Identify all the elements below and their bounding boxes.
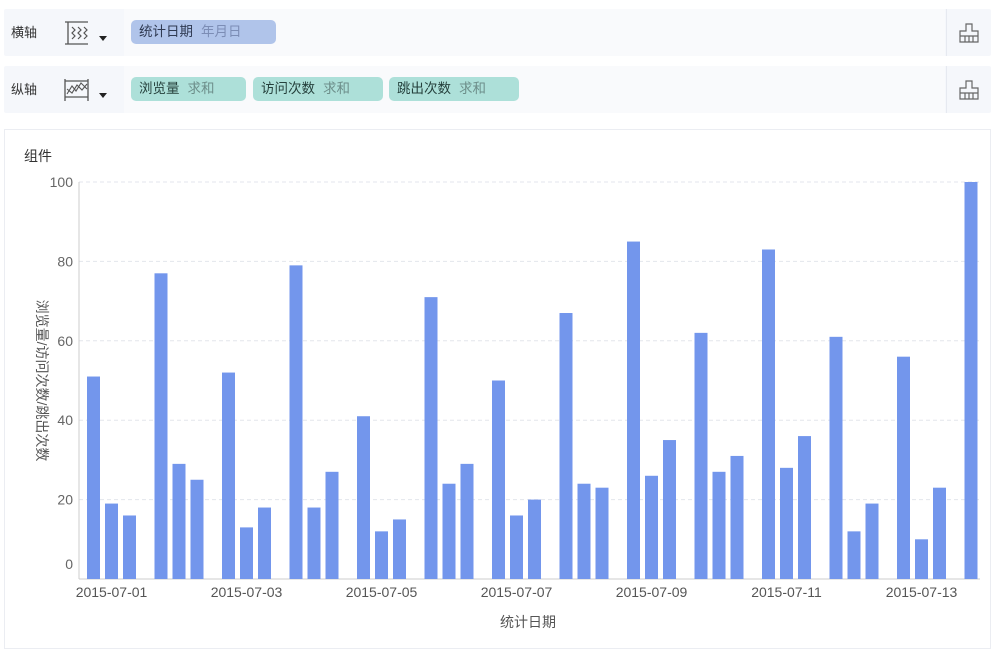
y-tick-label: 80 [57,253,73,269]
y-tick-label: 40 [57,412,73,428]
x-tick-label: 2015-07-11 [751,584,822,600]
bar [933,487,946,579]
bar [712,471,726,579]
bar [730,455,744,579]
x-tick-label: 2015-07-07 [481,584,553,600]
bar [492,380,505,579]
x-tick-label: 2015-07-05 [346,584,418,600]
x-axis-chart-type-button[interactable] [62,19,108,47]
bar [460,463,474,579]
field-pill-bounces[interactable]: 跳出次数 求和 [389,77,519,101]
y-axis-fields: 浏览量 求和 访问次数 求和 跳出次数 求和 [124,66,945,113]
bar [798,436,811,579]
bar [442,483,456,579]
bar [190,479,204,579]
x-tick-label: 2015-07-03 [211,584,283,600]
bar [222,372,235,579]
bar [154,273,168,579]
bar-chart: 0 20 40 60 80 100 2015-07-01 2015-07-03 2015-07-… [34,174,980,630]
bar [258,507,271,579]
bar [627,241,640,580]
bar [325,471,339,579]
y-axis-row: 纵轴 浏览量 求和 访问次数 求和 跳出次数 求和 [4,66,991,113]
y-tick-label: 100 [50,174,74,190]
bar [123,515,136,579]
x-axis-row: 横轴 统计日期 年月日 [4,9,991,56]
bar [375,531,388,579]
y-axis-title: 浏览量/访问次数/跳出次数 [34,300,50,462]
bar [357,416,370,579]
field-name: 跳出次数 [397,81,451,96]
divider [946,66,947,113]
field-pill-visits[interactable]: 访问次数 求和 [253,77,383,101]
bar [694,332,708,579]
bar [645,475,658,579]
bar [510,515,523,579]
y-axis-row-label: 纵轴 [11,82,38,97]
chart-component: 组件 0 20 40 60 80 100 2015-07-01 2015-07-03 2015-… [4,129,991,649]
y-axis-clear-button[interactable] [957,79,981,101]
bar [829,336,843,579]
y-tick-label: 60 [57,333,73,349]
y-tick-label: 0 [65,556,73,572]
y-tick-label: 20 [57,492,73,508]
field-aggregation: 求和 [187,81,215,96]
x-tick-label: 2015-07-01 [76,584,148,600]
eraser-icon [959,80,979,100]
field-pill-stat-date[interactable]: 统计日期 年月日 [131,20,276,44]
x-tick-label: 2015-07-13 [886,584,958,600]
field-name: 统计日期 [139,24,193,39]
chevron-down-icon [99,36,107,41]
bar [595,487,609,579]
x-axis-title: 统计日期 [500,614,556,630]
field-aggregation: 求和 [459,81,486,96]
divider [946,9,947,56]
bar [424,297,438,579]
y-axis-chart-type-button[interactable] [62,76,108,104]
bar [865,503,879,579]
x-axis-fields: 统计日期 年月日 [124,9,945,56]
bar [87,376,100,579]
bar [780,467,793,579]
eraser-icon [959,23,979,43]
field-aggregation: 年月日 [201,24,242,39]
bar [307,507,321,579]
bar [847,531,861,579]
chevron-down-icon [99,93,107,98]
bar [915,539,928,579]
field-aggregation: 求和 [323,81,350,96]
bar [663,440,676,579]
bar [105,503,118,579]
bar [240,527,253,579]
bar [172,463,186,579]
bar [528,499,541,579]
bar [964,182,978,579]
field-name: 访问次数 [261,81,315,96]
bar [289,265,303,579]
x-axis-label: 横轴 [11,25,38,40]
bar [577,483,591,579]
bar [897,356,910,579]
bar-chart-type-icon [65,21,88,45]
x-tick-label: 2015-07-09 [616,584,688,600]
x-axis-clear-button[interactable] [957,22,981,44]
bar [559,313,573,579]
line-chart-type-icon [64,79,89,101]
field-pill-pageviews[interactable]: 浏览量 求和 [131,77,246,101]
field-name: 浏览量 [139,81,180,96]
bar [393,519,406,579]
bar [762,249,775,579]
